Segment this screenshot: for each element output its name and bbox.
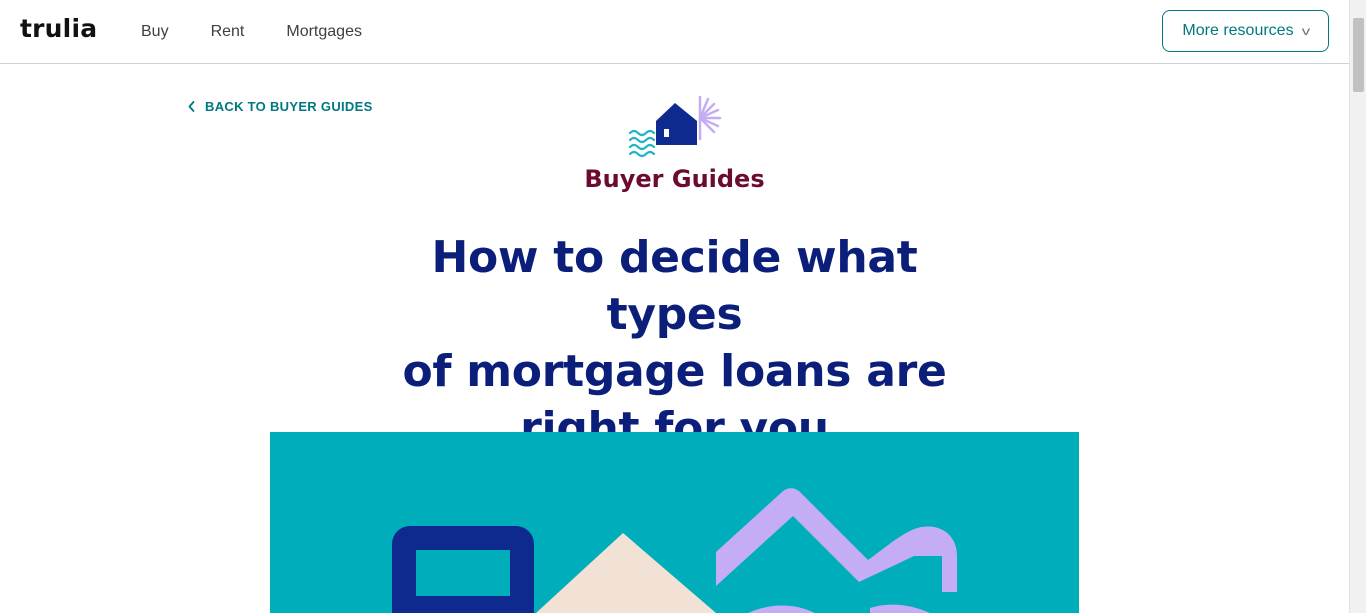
nav-rent[interactable]: Rent [211,23,245,41]
title-line-1: How to decide what types [431,232,918,340]
category-label: Buyer Guides [584,165,765,193]
back-to-buyer-guides-link[interactable]: BACK TO BUYER GUIDES [188,99,373,114]
more-resources-label: More resources [1182,22,1294,39]
trulia-logo[interactable]: trulia [20,14,97,43]
scrollbar-thumb[interactable] [1353,18,1364,92]
title-line-2: of mortgage loans are [402,346,947,397]
site-header: trulia Buy Rent Mortgages More resources… [0,0,1349,64]
house-with-sun-and-waves-icon [628,95,722,158]
more-resources-button[interactable]: More resources v [1162,10,1329,52]
main-nav: Buy Rent Mortgages [141,23,404,41]
nav-mortgages[interactable]: Mortgages [286,23,362,41]
calculator-house-illustration [392,488,957,613]
article-title: How to decide what types of mortgage loa… [360,229,989,457]
page-scrollbar[interactable] [1349,0,1366,613]
nav-buy[interactable]: Buy [141,23,169,41]
back-link-label: BACK TO BUYER GUIDES [205,99,373,114]
chevron-down-icon: v [1301,24,1310,38]
chevron-left-icon [188,101,195,112]
hero-image [270,432,1079,613]
